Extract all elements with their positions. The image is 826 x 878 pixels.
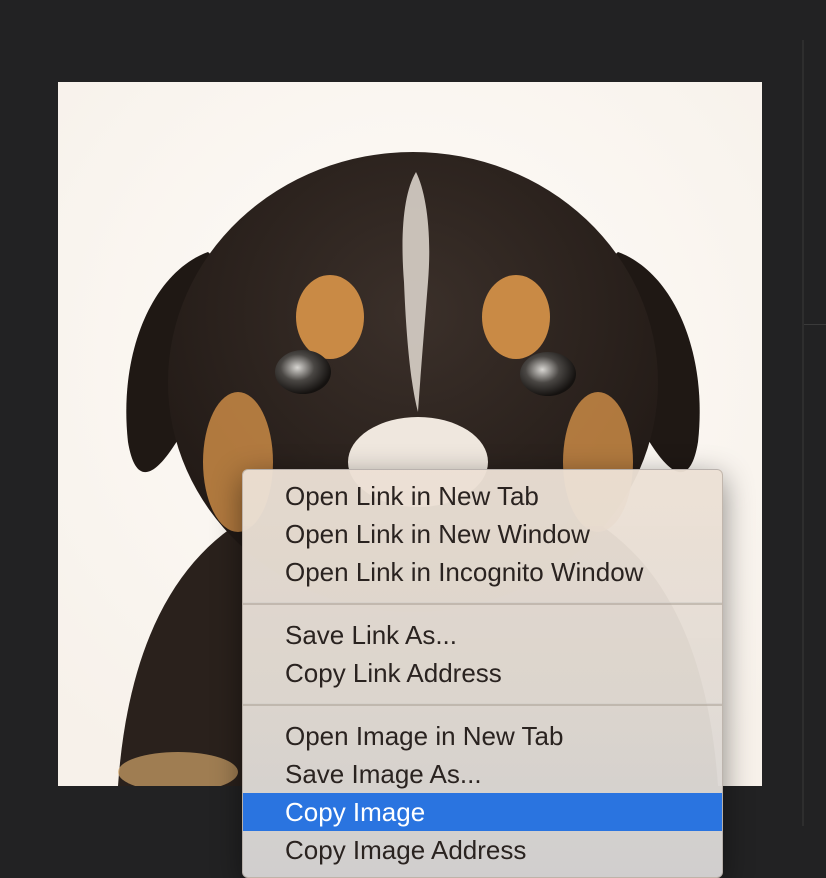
- menu-separator: [243, 703, 722, 706]
- menu-item-open-link-new-window[interactable]: Open Link in New Window: [243, 515, 722, 553]
- menu-separator: [243, 602, 722, 605]
- menu-item-open-link-new-tab[interactable]: Open Link in New Tab: [243, 477, 722, 515]
- menu-item-open-image-new-tab[interactable]: Open Image in New Tab: [243, 717, 722, 755]
- menu-item-save-image-as[interactable]: Save Image As...: [243, 755, 722, 793]
- context-menu: Open Link in New Tab Open Link in New Wi…: [242, 469, 723, 878]
- menu-item-copy-image[interactable]: Copy Image: [243, 793, 722, 831]
- menu-item-open-link-incognito[interactable]: Open Link in Incognito Window: [243, 553, 722, 591]
- menu-item-save-link-as[interactable]: Save Link As...: [243, 616, 722, 654]
- menu-item-copy-link-address[interactable]: Copy Link Address: [243, 654, 722, 692]
- panel-border: [802, 40, 804, 826]
- menu-item-copy-image-address[interactable]: Copy Image Address: [243, 831, 722, 869]
- panel-divider: [804, 324, 826, 325]
